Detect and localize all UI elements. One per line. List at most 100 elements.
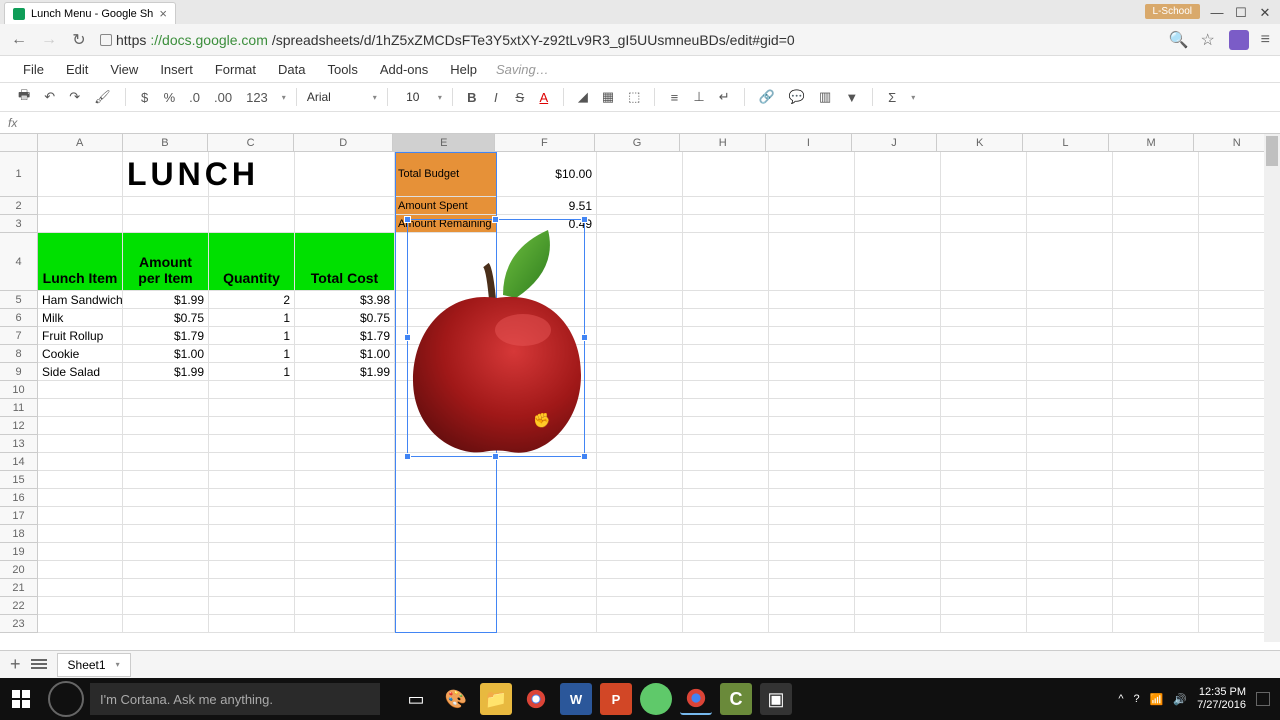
cell[interactable]: [1027, 309, 1113, 327]
column-header-E[interactable]: E: [393, 134, 495, 152]
extension-icon[interactable]: [1229, 30, 1249, 50]
cell[interactable]: [38, 615, 123, 633]
recorder-icon[interactable]: ▣: [760, 683, 792, 715]
cell[interactable]: [597, 381, 683, 399]
menu-addons[interactable]: Add-ons: [371, 59, 437, 80]
resize-handle[interactable]: [581, 334, 588, 341]
cell[interactable]: [1113, 363, 1199, 381]
cell[interactable]: [1113, 561, 1199, 579]
cell[interactable]: [769, 152, 855, 197]
cell[interactable]: $1.79: [295, 327, 395, 345]
cell[interactable]: [1027, 363, 1113, 381]
cell[interactable]: Cookie: [38, 345, 123, 363]
cell[interactable]: [123, 597, 209, 615]
help-tray-icon[interactable]: ?: [1134, 693, 1140, 705]
column-header-C[interactable]: C: [208, 134, 294, 152]
row-header-9[interactable]: 9: [0, 363, 38, 381]
cell[interactable]: [395, 507, 497, 525]
cell[interactable]: [123, 453, 209, 471]
text-wrap-icon[interactable]: ↵: [715, 87, 734, 107]
cell[interactable]: [295, 381, 395, 399]
cell[interactable]: [1113, 345, 1199, 363]
cell[interactable]: $10.00: [497, 152, 597, 197]
cell[interactable]: [123, 489, 209, 507]
cell[interactable]: [597, 291, 683, 309]
cell[interactable]: [1027, 381, 1113, 399]
cell[interactable]: [123, 197, 209, 215]
cell[interactable]: [941, 453, 1027, 471]
cell[interactable]: [123, 615, 209, 633]
cell[interactable]: [769, 471, 855, 489]
powerpoint-app-icon[interactable]: P: [600, 683, 632, 715]
cell[interactable]: [769, 417, 855, 435]
cell[interactable]: [1113, 489, 1199, 507]
row-header-8[interactable]: 8: [0, 345, 38, 363]
cell[interactable]: [941, 543, 1027, 561]
cell[interactable]: [209, 615, 295, 633]
cell[interactable]: [769, 615, 855, 633]
cell[interactable]: [941, 471, 1027, 489]
cell[interactable]: [855, 453, 941, 471]
cell[interactable]: [1113, 152, 1199, 197]
site-info-icon[interactable]: [100, 34, 112, 46]
cell[interactable]: [123, 381, 209, 399]
cell[interactable]: [769, 363, 855, 381]
insert-link-icon[interactable]: 🔗: [755, 87, 779, 107]
cell[interactable]: [597, 399, 683, 417]
italic-icon[interactable]: I: [487, 88, 505, 107]
cell[interactable]: [1113, 507, 1199, 525]
format-currency-icon[interactable]: $: [136, 88, 154, 107]
insert-chart-icon[interactable]: ▥: [815, 87, 835, 107]
cell[interactable]: [209, 417, 295, 435]
cell[interactable]: [597, 561, 683, 579]
cell[interactable]: [683, 197, 769, 215]
align-vertical-icon[interactable]: ⊥: [689, 87, 708, 107]
cell[interactable]: [855, 309, 941, 327]
cell[interactable]: [1027, 561, 1113, 579]
cell[interactable]: [209, 525, 295, 543]
cell[interactable]: [683, 152, 769, 197]
cell[interactable]: [295, 579, 395, 597]
resize-handle[interactable]: [404, 216, 411, 223]
row-header-15[interactable]: 15: [0, 471, 38, 489]
column-header-A[interactable]: A: [38, 134, 123, 152]
cell[interactable]: [1113, 327, 1199, 345]
cell[interactable]: [683, 417, 769, 435]
row-header-1[interactable]: 1: [0, 152, 38, 197]
column-header-D[interactable]: D: [294, 134, 394, 152]
all-sheets-menu[interactable]: [31, 659, 47, 671]
row-header-23[interactable]: 23: [0, 615, 38, 633]
cell[interactable]: [1113, 291, 1199, 309]
cell[interactable]: [1113, 309, 1199, 327]
row-header-4[interactable]: 4: [0, 233, 38, 291]
cortana-search-input[interactable]: I'm Cortana. Ask me anything.: [90, 683, 380, 715]
cell[interactable]: [1027, 152, 1113, 197]
cell[interactable]: [597, 543, 683, 561]
cell[interactable]: Ham Sandwich: [38, 291, 123, 309]
row-header-21[interactable]: 21: [0, 579, 38, 597]
cell[interactable]: [597, 597, 683, 615]
cell[interactable]: [855, 561, 941, 579]
cell[interactable]: [209, 561, 295, 579]
cell[interactable]: [1027, 233, 1113, 291]
cell[interactable]: [769, 579, 855, 597]
file-explorer-icon[interactable]: 📁: [480, 683, 512, 715]
minimize-button[interactable]: —: [1210, 5, 1224, 19]
cell[interactable]: [123, 579, 209, 597]
cell[interactable]: [597, 471, 683, 489]
cell[interactable]: [209, 215, 295, 233]
cell[interactable]: [209, 579, 295, 597]
cell[interactable]: [941, 579, 1027, 597]
cell[interactable]: [1113, 435, 1199, 453]
cell[interactable]: [597, 309, 683, 327]
cell[interactable]: Amount Spent: [395, 197, 497, 215]
cell[interactable]: [1027, 579, 1113, 597]
cell[interactable]: [769, 561, 855, 579]
cell[interactable]: [395, 525, 497, 543]
cell[interactable]: 1: [209, 363, 295, 381]
cell[interactable]: [597, 363, 683, 381]
bookmark-star-icon[interactable]: ☆: [1199, 30, 1217, 50]
cell[interactable]: [295, 561, 395, 579]
row-header-22[interactable]: 22: [0, 597, 38, 615]
cell[interactable]: [209, 597, 295, 615]
